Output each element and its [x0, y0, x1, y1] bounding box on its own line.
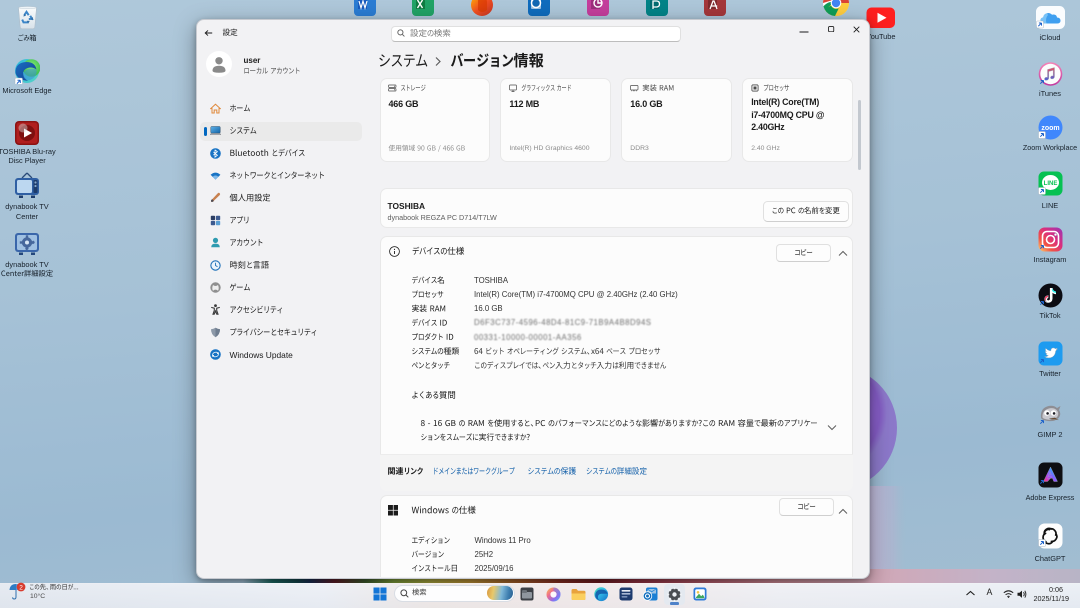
svg-text:LINE: LINE: [1044, 181, 1058, 187]
svg-text:2: 2: [19, 584, 23, 591]
svg-text:zoom: zoom: [1041, 125, 1059, 132]
